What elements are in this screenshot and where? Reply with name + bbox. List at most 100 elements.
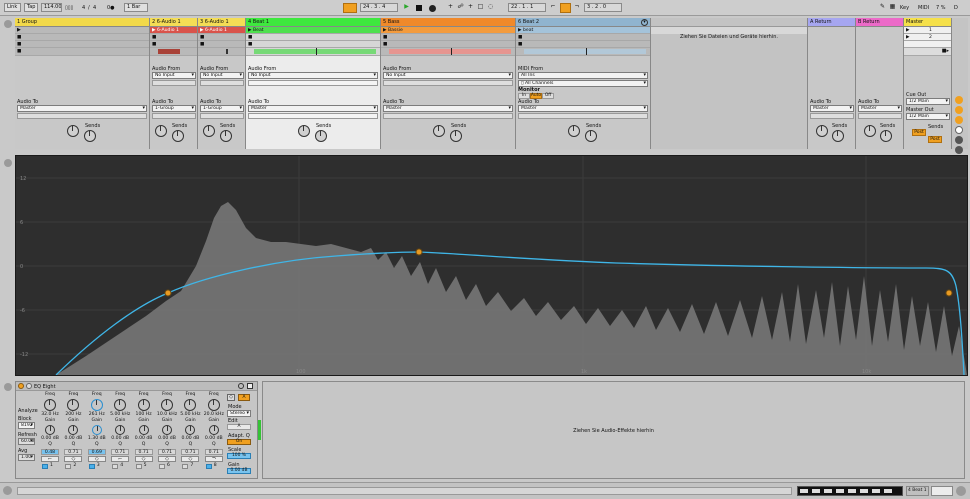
clip-slot[interactable]	[246, 48, 380, 56]
track-title[interactable]: 6 Beat 2 ▾	[516, 18, 650, 27]
detail-view-icon[interactable]	[956, 486, 966, 496]
band-activator[interactable]: 3	[88, 463, 106, 470]
automation-arm-icon[interactable]: ☍	[456, 3, 465, 13]
eq-band-3[interactable]: Freq 261 Hz Gain 1.30 dB Q 0.69 ◇ 3	[86, 392, 108, 478]
band-q-field[interactable]: 0.71	[158, 449, 176, 455]
send-a-knob[interactable]	[433, 125, 445, 137]
filter-type-select[interactable]: ◇	[158, 456, 176, 462]
clip-slot[interactable]: ■	[15, 41, 149, 48]
clip-slot[interactable]: ■	[15, 48, 149, 56]
track-drop-zone[interactable]: Ziehen Sie Dateien und Geräte hierhin.	[651, 18, 808, 149]
band-on-icon[interactable]	[159, 464, 165, 469]
clip[interactable]: ▶ 6-Audio 1	[150, 27, 197, 34]
block-select[interactable]: 8192	[18, 422, 35, 429]
link-button[interactable]: Link	[4, 3, 21, 12]
band-freq-knob[interactable]	[137, 399, 150, 411]
scene-launch[interactable]: ▶ 2	[904, 34, 951, 41]
eq-band-1[interactable]: Freq 32.0 Hz Gain 0.00 dB Q 0.48 ⌐ 1	[39, 392, 61, 478]
band-q-field[interactable]: 0.71	[181, 449, 200, 455]
avg-field[interactable]: 1.00	[18, 454, 35, 461]
capture-icon[interactable]: □	[476, 3, 485, 13]
clip-slot[interactable]: ■	[246, 34, 380, 41]
crossfader-toggle-icon[interactable]	[955, 136, 963, 144]
track-group[interactable]: 1 Group ▶ ■ ■ ■ Audio To Master Sends	[15, 18, 150, 149]
scene-launch[interactable]: ▶ 1	[904, 27, 951, 34]
filter-type-select[interactable]: ◇	[181, 456, 200, 462]
filter-type-select[interactable]: ◇	[134, 456, 153, 462]
midi-channel-select[interactable]: ▯ All Channels	[518, 80, 648, 87]
clip-slot[interactable]: ▶	[15, 27, 149, 34]
output-gain-field[interactable]: 0.00 dB	[227, 468, 251, 474]
clip-slot[interactable]: ■	[246, 41, 380, 48]
send-a-knob[interactable]	[864, 125, 876, 137]
eq-band-6[interactable]: Freq 10.0 kHz Gain 0.00 dB Q 0.71 ◇ 6	[156, 392, 178, 478]
input-channel-select[interactable]	[200, 80, 244, 86]
returns-toggle-icon[interactable]	[955, 116, 963, 124]
audio-from-select[interactable]: No Input	[152, 72, 196, 79]
band-activator[interactable]: 6	[158, 463, 176, 470]
midi-from-select[interactable]: All Ins	[518, 72, 648, 79]
loop-start-field[interactable]: 22 . 1 . 1	[508, 3, 546, 12]
return-track-a[interactable]: A Return Audio To Master Sends	[808, 18, 856, 149]
clip-slot[interactable]	[516, 48, 650, 56]
show-browser-icon[interactable]	[4, 20, 12, 28]
band-freq-knob[interactable]	[44, 399, 56, 411]
filter-type-select[interactable]: ◇	[87, 456, 106, 462]
scene-launch[interactable]	[904, 41, 951, 48]
band-activator[interactable]: 4	[111, 463, 129, 470]
band-activator[interactable]: 7	[181, 463, 199, 470]
band-q-field[interactable]: 0.71	[111, 449, 130, 455]
filter-type-select[interactable]: ⌐	[111, 456, 130, 462]
band-freq-knob[interactable]	[114, 399, 127, 411]
output-channel-select[interactable]	[810, 113, 854, 119]
band-q-field[interactable]: 0.71	[204, 449, 223, 455]
clip[interactable]: ▶ 6-Audio 1	[198, 27, 245, 34]
track-title[interactable]: 2 6-Audio 1	[150, 18, 197, 27]
play-icon[interactable]: ▶	[402, 3, 411, 13]
clip-slot[interactable]	[150, 48, 197, 56]
return-track-b[interactable]: B Return Audio To Master Sends	[856, 18, 904, 149]
follow-icon[interactable]	[343, 3, 357, 13]
track-audio-3[interactable]: 3 6-Audio 1 ▶ 6-Audio 1 ■ ■ Audio From N…	[198, 18, 246, 149]
device-chain-handle[interactable]	[258, 420, 261, 440]
draw-mode-icon[interactable]: ✎	[878, 3, 887, 13]
sends-toggle-icon[interactable]	[955, 106, 963, 114]
effects-drop-zone[interactable]: Ziehen Sie Audio-Effekte hierhin	[262, 381, 965, 479]
output-channel-select[interactable]	[200, 113, 244, 119]
band-gain-knob[interactable]	[208, 425, 219, 435]
clip[interactable]: ▶ Beat	[246, 27, 380, 34]
band-gain-knob[interactable]	[115, 425, 126, 435]
band-freq-knob[interactable]	[161, 399, 173, 411]
re-enable-automation-icon[interactable]: +	[466, 3, 475, 13]
output-channel-select[interactable]	[383, 113, 513, 119]
send-post-a[interactable]: Post	[912, 129, 926, 136]
midi-map-button[interactable]: MIDI	[918, 5, 932, 11]
session-record-icon[interactable]: ◌	[486, 3, 495, 13]
audio-from-select[interactable]: No Input	[248, 72, 378, 79]
clip[interactable]: ▶ Bassie	[381, 27, 515, 34]
tempo-field[interactable]: 114.00	[41, 3, 62, 12]
cue-out-select[interactable]: 1/2 Main	[906, 98, 950, 105]
selected-track-label[interactable]: 4 Beat 1	[906, 486, 929, 496]
clip-slot[interactable]: ■	[381, 41, 515, 48]
signature-denominator[interactable]: 4	[93, 5, 101, 11]
track-title[interactable]: B Return	[856, 18, 903, 27]
input-channel-select[interactable]	[248, 80, 378, 86]
eq-band-4[interactable]: Freq 5.00 kHz Gain 0.00 dB Q 0.71 ⌐ 4	[109, 392, 131, 478]
loop-switch-icon[interactable]	[560, 3, 571, 13]
device-expand-icon[interactable]	[26, 383, 32, 389]
band-on-icon[interactable]	[112, 464, 119, 469]
punch-out-icon[interactable]: ¬	[572, 3, 582, 13]
io-toggle-icon[interactable]	[955, 96, 963, 104]
clip-slot[interactable]: ■	[198, 41, 245, 48]
eq-band-7[interactable]: Freq 5.00 kHz Gain 0.00 dB Q 0.71 ◇ 7	[179, 392, 201, 478]
send-b-knob[interactable]	[315, 130, 327, 142]
track-color-chip[interactable]	[931, 486, 953, 496]
clip[interactable]: ▶ beat	[516, 27, 650, 34]
nudge-icon[interactable]: ▯▯▯	[65, 5, 75, 11]
device-title-bar[interactable]: EQ Eight	[16, 382, 257, 391]
audio-to-select[interactable]: Master	[518, 105, 648, 112]
arrangement-position[interactable]: 24 . 3 . 4	[360, 3, 398, 12]
band-gain-knob[interactable]	[185, 425, 196, 435]
send-b-knob[interactable]	[880, 130, 892, 142]
